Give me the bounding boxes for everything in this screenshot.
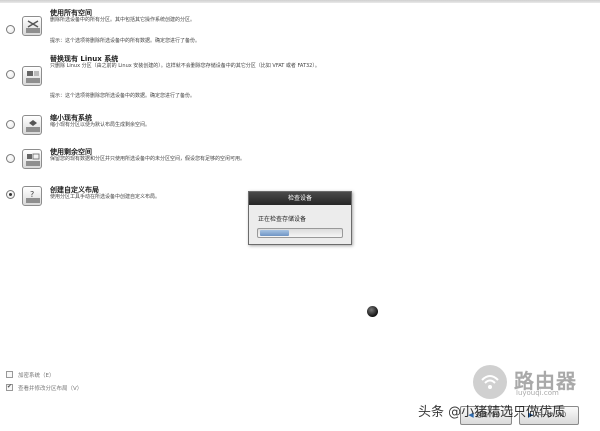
option-note: 提示：这个选项将删除所选设备中的所有数据。确定您进行了备份。 [50,38,201,44]
option-description: 保留您的现有数据和分区并只使用所选设备中的未分区空间，假设您有足够的空闲可用。 [50,156,246,162]
drive-replace-icon [22,66,42,86]
review-layout-checkbox[interactable] [6,383,13,391]
drive-free-space-icon [22,149,42,169]
watermark-credit: 头条 @小猪精选只做优质 [418,405,566,420]
encrypt-system-checkbox[interactable] [6,371,13,378]
radio-custom-layout[interactable] [6,190,15,199]
progress-fill [260,230,289,236]
option-shrink-system[interactable]: 缩小现有系统 缩小现有分区以便为默认布局生成剩余空间。 [0,111,600,139]
option-description: 只删除 Linux 分区（由之前的 Linux 安装创建的）。这样就不会删除您存… [50,63,320,69]
watermark-brand-url: luyouqi.com [516,389,559,397]
option-use-all-space[interactable]: 使用所有空间 删除所选设备中的所有分区。其中包括其它操作系统创建的分区。 提示：… [0,9,600,50]
svg-text:?: ? [30,190,34,199]
option-replace-linux[interactable]: 替换现有 Linux 系统 只删除 Linux 分区（由之前的 Linux 安装… [0,54,600,102]
busy-cursor-icon [367,306,378,317]
option-note: 提示：这个选项将删除您所选设备中的数据。确定您进行了备份。 [50,93,196,99]
drive-erase-icon [22,16,42,36]
drive-custom-icon: ? [22,186,42,206]
checkbox-label: 加密系统（E） [18,373,55,379]
dialog-title: 检查设备 [249,192,351,205]
dialog-progress-bar [257,228,343,238]
window-top-strip [0,0,600,3]
option-description: 删除所选设备中的所有分区。其中包括其它操作系统创建的分区。 [50,17,196,23]
radio-shrink-system[interactable] [6,120,15,129]
option-description: 缩小现有分区以便为默认布局生成剩余空间。 [50,122,151,128]
radio-replace-linux[interactable] [6,70,15,79]
dialog-message: 正在检查存储设备 [258,216,307,223]
checkbox-label: 查看并修改分区布局（V） [18,386,83,392]
radio-use-all-space[interactable] [6,25,15,34]
watermark-router-logo-icon [473,365,507,399]
check-devices-dialog: 检查设备 正在检查存储设备 [248,191,352,245]
drive-shrink-icon [22,115,42,135]
radio-use-free-space[interactable] [6,154,15,163]
option-use-free-space[interactable]: 使用剩余空间 保留您的现有数据和分区并只使用所选设备中的未分区空间，假设您有足够… [0,144,600,176]
